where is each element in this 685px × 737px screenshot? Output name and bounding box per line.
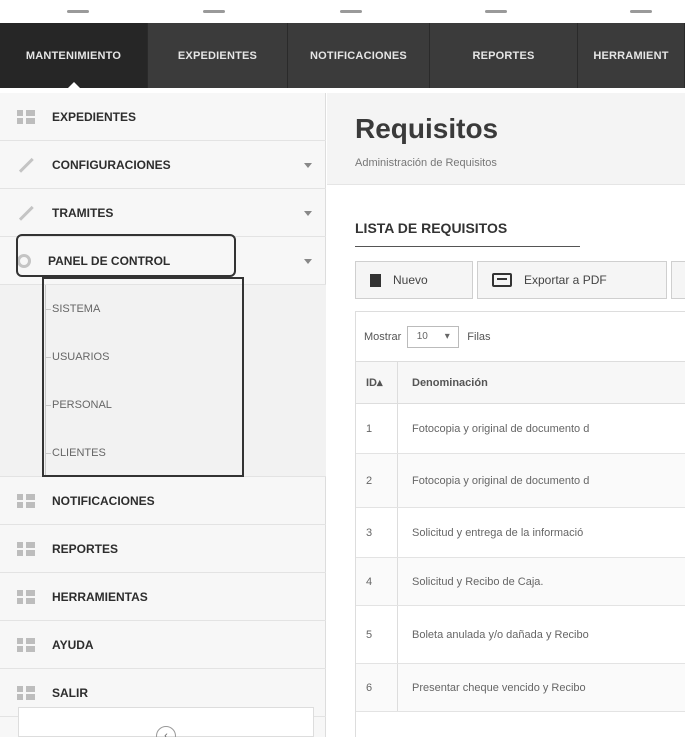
export-pdf-button[interactable]: Exportar a PDF xyxy=(477,261,667,299)
table-row[interactable]: 1 Fotocopia y original de documento d xyxy=(356,404,685,454)
grid-icon xyxy=(17,637,35,652)
grid-icon xyxy=(17,541,35,556)
tab-notificaciones[interactable]: NOTIFICACIONES xyxy=(288,23,430,88)
sidebar-item-configuraciones[interactable]: CONFIGURACIONES xyxy=(0,141,326,189)
cell-id: 3 xyxy=(356,508,398,557)
more-button[interactable] xyxy=(671,261,685,299)
page-size-value: 10 xyxy=(416,331,428,342)
page-header: Requisitos Administración de Requisitos xyxy=(327,93,685,185)
cell-denominacion: Fotocopia y original de documento d xyxy=(412,422,590,435)
section-divider xyxy=(355,246,580,247)
tab-herramientas[interactable]: HERRAMIENT xyxy=(578,23,685,88)
grid-icon xyxy=(17,109,35,124)
cell-denominacion: Solicitud y entrega de la informació xyxy=(412,526,584,539)
sidebar-item-label: EXPEDIENTES xyxy=(52,109,137,124)
chevron-down-icon xyxy=(304,259,312,264)
tab-reportes[interactable]: REPORTES xyxy=(430,23,578,88)
sidebar-item-reportes[interactable]: REPORTES xyxy=(0,525,326,573)
cell-id: 6 xyxy=(356,664,398,711)
grid-icon xyxy=(17,589,35,604)
highlight-submenu xyxy=(42,277,244,477)
grid-icon xyxy=(17,685,35,700)
cell-denominacion: Solicitud y Recibo de Caja. xyxy=(412,575,544,588)
sidebar-collapse-bar[interactable]: ‹ xyxy=(18,707,314,737)
table-row[interactable]: 5 Boleta anulada y/o dañada y Recibo xyxy=(356,606,685,664)
main-content: Requisitos Administración de Requisitos … xyxy=(327,93,685,737)
new-button[interactable]: Nuevo xyxy=(355,261,473,299)
tab-mantenimiento[interactable]: MANTENIMIENTO xyxy=(0,23,148,88)
chevron-down-icon xyxy=(304,163,312,168)
highlight-panel-de-control xyxy=(16,234,236,277)
chevron-down-icon xyxy=(304,211,312,216)
table-row[interactable]: 2 Fotocopia y original de documento d xyxy=(356,454,685,508)
cell-id: 1 xyxy=(356,404,398,453)
table-row[interactable]: 3 Solicitud y entrega de la informació xyxy=(356,508,685,558)
column-header-denominacion[interactable]: Denominación xyxy=(398,362,685,403)
rows-label: Filas xyxy=(467,330,491,343)
top-navigation: MANTENIMIENTO EXPEDIENTES NOTIFICACIONES… xyxy=(0,0,685,93)
toolbar: Nuevo Exportar a PDF xyxy=(355,261,685,299)
sidebar-item-label: SALIR xyxy=(52,685,88,700)
sidebar-item-label: TRAMITES xyxy=(52,205,114,220)
cell-id: 5 xyxy=(356,606,398,663)
top-decoration xyxy=(0,0,685,23)
sidebar-item-label: REPORTES xyxy=(52,541,119,556)
cell-id: 2 xyxy=(356,454,398,507)
sidebar-item-label: NOTIFICACIONES xyxy=(52,493,155,508)
page-subtitle: Administración de Requisitos xyxy=(355,157,497,169)
book-icon xyxy=(370,273,381,287)
sidebar-item-label: AYUDA xyxy=(52,637,94,652)
sidebar-item-notificaciones[interactable]: NOTIFICACIONES xyxy=(0,477,326,525)
export-pdf-button-label: Exportar a PDF xyxy=(524,273,607,287)
page-size-control: Mostrar 10 ▾ Filas xyxy=(356,312,685,362)
cell-denominacion: Boleta anulada y/o dañada y Recibo xyxy=(412,628,589,641)
sidebar-item-expedientes[interactable]: EXPEDIENTES xyxy=(0,93,326,141)
sidebar-item-label: HERRAMIENTAS xyxy=(52,589,148,604)
printer-icon xyxy=(492,273,512,287)
cell-denominacion: Fotocopia y original de documento d xyxy=(412,474,590,487)
column-header-id[interactable]: ID▴ xyxy=(356,362,398,403)
page-size-select[interactable]: 10 ▾ xyxy=(407,325,460,348)
show-label: Mostrar xyxy=(364,330,402,343)
table-row[interactable]: 6 Presentar cheque vencido y Recibo xyxy=(356,664,685,712)
sidebar-item-tramites[interactable]: TRAMITES xyxy=(0,189,326,237)
grid-icon xyxy=(17,493,35,508)
tab-expedientes[interactable]: EXPEDIENTES xyxy=(148,23,288,88)
requisitos-table-panel: Mostrar 10 ▾ Filas ID▴ Denominación 1 Fo… xyxy=(355,311,685,737)
cell-id: 4 xyxy=(356,558,398,605)
chevron-left-icon[interactable]: ‹ xyxy=(156,726,176,737)
sidebar-item-herramientas[interactable]: HERRAMIENTAS xyxy=(0,573,326,621)
pencil-icon xyxy=(15,201,38,224)
section-title: LISTA DE REQUISITOS xyxy=(355,220,508,236)
page-title: Requisitos xyxy=(355,113,499,144)
sidebar-item-ayuda[interactable]: AYUDA xyxy=(0,621,326,669)
pencil-icon xyxy=(15,153,38,176)
table-row[interactable]: 4 Solicitud y Recibo de Caja. xyxy=(356,558,685,606)
sidebar-item-label: CONFIGURACIONES xyxy=(52,157,171,172)
cell-denominacion: Presentar cheque vencido y Recibo xyxy=(412,681,586,694)
new-button-label: Nuevo xyxy=(393,273,428,287)
table-header: ID▴ Denominación xyxy=(356,362,685,404)
caret-down-icon: ▾ xyxy=(444,331,450,342)
